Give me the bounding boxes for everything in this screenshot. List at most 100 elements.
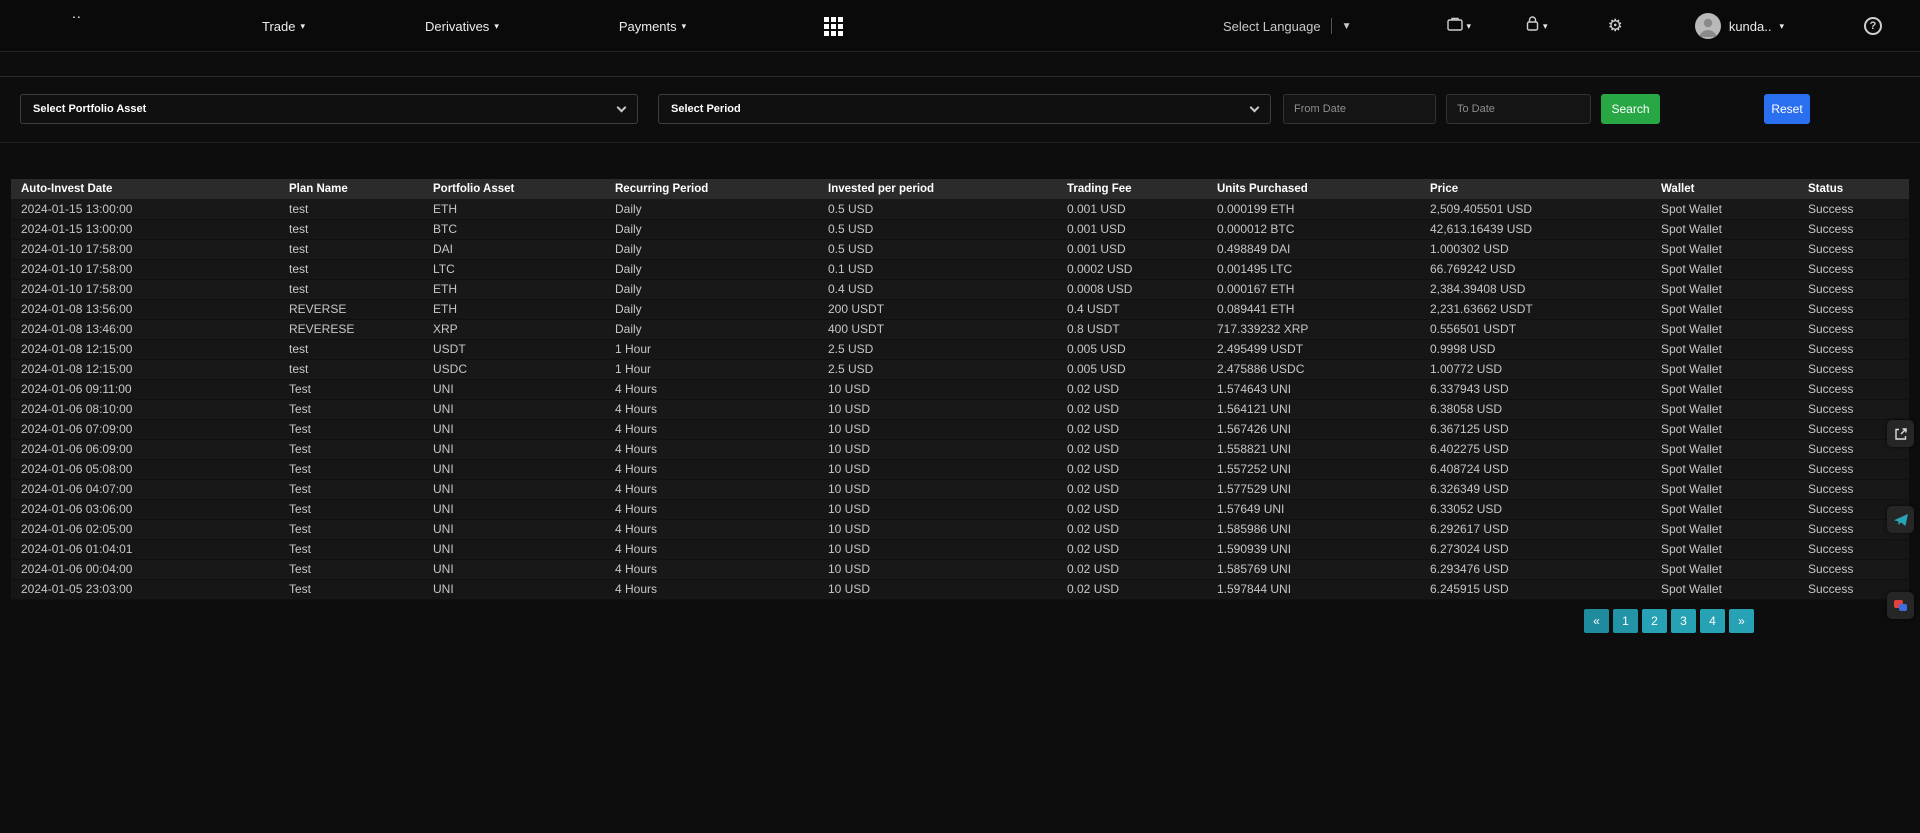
chevron-down-icon: ▼: [1342, 21, 1352, 32]
pagination-page-4[interactable]: 4: [1700, 609, 1725, 633]
security-menu[interactable]: ▾: [1526, 16, 1548, 36]
table-cell: 4 Hours: [605, 579, 818, 599]
reset-button[interactable]: Reset: [1764, 94, 1810, 124]
chevron-down-icon: [617, 102, 627, 112]
table-cell: Spot Wallet: [1651, 519, 1798, 539]
column-header: Auto-Invest Date: [11, 179, 279, 199]
nav-item-trade[interactable]: Trade ▾: [262, 19, 305, 34]
table-cell: 0.02 USD: [1057, 559, 1207, 579]
table-cell: 2024-01-15 13:00:00: [11, 219, 279, 239]
table-cell: 4 Hours: [605, 439, 818, 459]
table-cell: Test: [279, 439, 423, 459]
table-cell: 4 Hours: [605, 499, 818, 519]
table-body: 2024-01-15 13:00:00testETHDaily0.5 USD0.…: [11, 199, 1909, 599]
user-menu[interactable]: kunda.. ▾: [1695, 13, 1784, 39]
table-row: 2024-01-08 12:15:00testUSDT1 Hour2.5 USD…: [11, 339, 1909, 359]
search-button[interactable]: Search: [1601, 94, 1660, 124]
table-cell: 2024-01-06 03:06:00: [11, 499, 279, 519]
language-selector[interactable]: Select Language ▼: [1223, 18, 1352, 34]
table-cell: 400 USDT: [818, 319, 1057, 339]
apps-grid-icon[interactable]: [824, 17, 843, 36]
table-cell: 2024-01-15 13:00:00: [11, 199, 279, 219]
table-cell: Test: [279, 479, 423, 499]
column-header: Status: [1798, 179, 1909, 199]
portfolio-asset-select[interactable]: Select Portfolio Asset: [20, 94, 638, 124]
table-cell: ETH: [423, 279, 605, 299]
table-cell: Success: [1798, 279, 1909, 299]
table-cell: 2024-01-08 12:15:00: [11, 339, 279, 359]
table-cell: 1.564121 UNI: [1207, 399, 1420, 419]
column-header: Portfolio Asset: [423, 179, 605, 199]
pagination-page-3[interactable]: 3: [1671, 609, 1696, 633]
table-cell: 4 Hours: [605, 559, 818, 579]
table-cell: UNI: [423, 519, 605, 539]
table-cell: 1.585769 UNI: [1207, 559, 1420, 579]
table-cell: 0.02 USD: [1057, 439, 1207, 459]
table-cell: 2.495499 USDT: [1207, 339, 1420, 359]
table-cell: Spot Wallet: [1651, 539, 1798, 559]
table-cell: UNI: [423, 539, 605, 559]
table-cell: Spot Wallet: [1651, 439, 1798, 459]
table-row: 2024-01-06 01:04:01TestUNI4 Hours10 USD0…: [11, 539, 1909, 559]
table-cell: BTC: [423, 219, 605, 239]
from-date-input[interactable]: [1283, 94, 1436, 124]
table-row: 2024-01-15 13:00:00testBTCDaily0.5 USD0.…: [11, 219, 1909, 239]
table-cell: Spot Wallet: [1651, 419, 1798, 439]
table-row: 2024-01-10 17:58:00testETHDaily0.4 USD0.…: [11, 279, 1909, 299]
chat-icon[interactable]: [1887, 592, 1914, 619]
pagination-next[interactable]: »: [1729, 609, 1754, 633]
pagination: « 1234 »: [0, 609, 1754, 633]
table-cell: 2.5 USD: [818, 359, 1057, 379]
telegram-icon[interactable]: [1887, 506, 1914, 533]
nav-item-derivatives[interactable]: Derivatives ▾: [425, 19, 499, 34]
table-cell: 1.57649 UNI: [1207, 499, 1420, 519]
table-cell: 10 USD: [818, 519, 1057, 539]
table-cell: 0.498849 DAI: [1207, 239, 1420, 259]
table-cell: 200 USDT: [818, 299, 1057, 319]
table-cell: 1.558821 UNI: [1207, 439, 1420, 459]
table-cell: UNI: [423, 419, 605, 439]
table-cell: 1.577529 UNI: [1207, 479, 1420, 499]
table-cell: 0.5 USD: [818, 239, 1057, 259]
nav-item-payments[interactable]: Payments ▾: [619, 19, 686, 34]
table-cell: 0.000167 ETH: [1207, 279, 1420, 299]
table-cell: 2,231.63662 USDT: [1420, 299, 1651, 319]
period-select[interactable]: Select Period: [658, 94, 1271, 124]
share-icon[interactable]: [1887, 420, 1914, 447]
logo[interactable]: ..: [72, 5, 82, 21]
settings-gear-icon[interactable]: ⚙: [1608, 16, 1623, 36]
table-cell: Spot Wallet: [1651, 579, 1798, 599]
table-cell: Spot Wallet: [1651, 399, 1798, 419]
table-row: 2024-01-06 07:09:00TestUNI4 Hours10 USD0…: [11, 419, 1909, 439]
table-cell: 2,384.39408 USD: [1420, 279, 1651, 299]
table-cell: Spot Wallet: [1651, 559, 1798, 579]
table-cell: 6.408724 USD: [1420, 459, 1651, 479]
wallet-menu[interactable]: ▾: [1447, 17, 1472, 36]
table-cell: Success: [1798, 399, 1909, 419]
table-cell: Daily: [605, 199, 818, 219]
table-cell: Spot Wallet: [1651, 239, 1798, 259]
table-row: 2024-01-15 13:00:00testETHDaily0.5 USD0.…: [11, 199, 1909, 219]
table-cell: 2.475886 USDC: [1207, 359, 1420, 379]
table-cell: Daily: [605, 299, 818, 319]
table-cell: Test: [279, 419, 423, 439]
pagination-prev[interactable]: «: [1584, 609, 1609, 633]
table-cell: 0.005 USD: [1057, 339, 1207, 359]
nav-item-label: Derivatives: [425, 19, 489, 34]
to-date-input[interactable]: [1446, 94, 1591, 124]
pagination-page-1[interactable]: 1: [1613, 609, 1638, 633]
table-cell: Success: [1798, 319, 1909, 339]
table-cell: 4 Hours: [605, 519, 818, 539]
table-cell: 2024-01-10 17:58:00: [11, 259, 279, 279]
table-cell: USDT: [423, 339, 605, 359]
table-cell: 2024-01-06 01:04:01: [11, 539, 279, 559]
table-cell: Success: [1798, 239, 1909, 259]
table-cell: 2024-01-10 17:58:00: [11, 279, 279, 299]
table-cell: XRP: [423, 319, 605, 339]
auto-invest-table: Auto-Invest DatePlan NamePortfolio Asset…: [11, 179, 1909, 600]
table-cell: 6.273024 USD: [1420, 539, 1651, 559]
help-icon[interactable]: ?: [1864, 17, 1882, 35]
pagination-page-2[interactable]: 2: [1642, 609, 1667, 633]
nav-item-label: Trade: [262, 19, 295, 34]
table-cell: 4 Hours: [605, 479, 818, 499]
